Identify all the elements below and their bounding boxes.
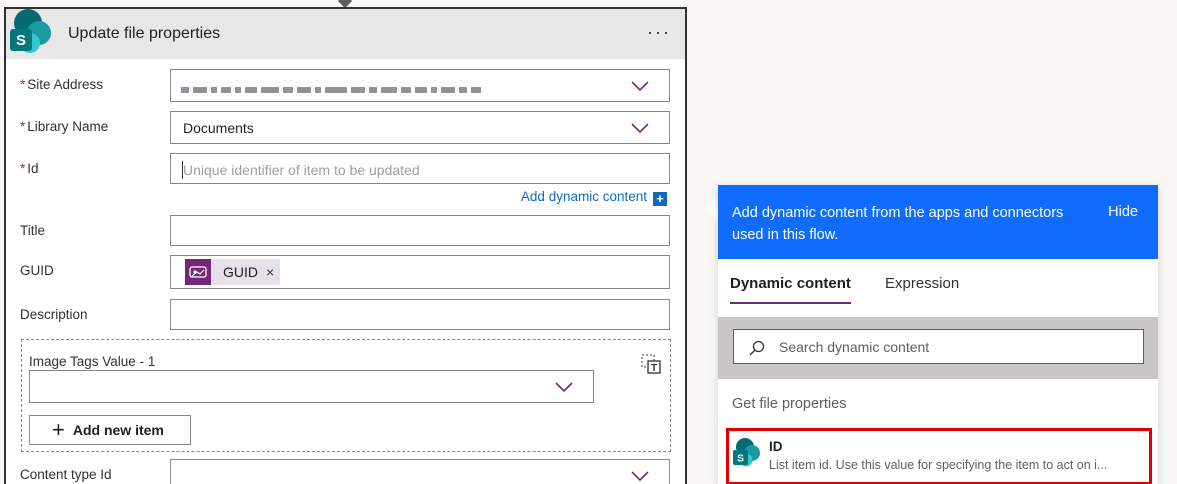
chevron-down-icon[interactable] bbox=[631, 470, 649, 482]
flyout-tabs: Dynamic content Expression bbox=[718, 259, 1158, 317]
library-name-dropdown[interactable]: Documents bbox=[170, 111, 670, 144]
chevron-down-icon[interactable] bbox=[631, 122, 649, 134]
add-icon: + bbox=[653, 192, 667, 206]
guid-token-label: GUID bbox=[223, 264, 258, 280]
site-address-dropdown[interactable] bbox=[170, 69, 670, 102]
switch-to-input-icon[interactable]: T bbox=[640, 353, 662, 375]
dynamic-item-id[interactable]: S ID List item id. Use this value for sp… bbox=[726, 428, 1152, 484]
dynamic-item-name: ID bbox=[769, 439, 783, 454]
image-tags-array: Image Tags Value - 1 T + Add new item bbox=[21, 339, 671, 452]
svg-text:S: S bbox=[737, 453, 744, 465]
site-address-label: * Site Address bbox=[20, 77, 104, 92]
chevron-down-icon[interactable] bbox=[631, 80, 649, 92]
svg-text:T: T bbox=[651, 363, 657, 374]
chevron-down-icon[interactable] bbox=[555, 381, 573, 393]
add-new-item-button[interactable]: + Add new item bbox=[29, 415, 191, 445]
plus-icon: + bbox=[52, 417, 65, 442]
remove-token-icon[interactable]: × bbox=[266, 264, 274, 280]
description-input[interactable] bbox=[170, 299, 670, 330]
title-input[interactable] bbox=[170, 215, 670, 246]
description-label: Description bbox=[20, 307, 88, 322]
flyout-header-text: Add dynamic content from the apps and co… bbox=[732, 205, 1064, 243]
required-marker: * bbox=[20, 77, 26, 92]
id-label: * Id bbox=[20, 161, 39, 176]
search-dynamic-content-input[interactable]: Search dynamic content bbox=[733, 329, 1144, 364]
svg-text:S: S bbox=[16, 32, 26, 49]
hide-button[interactable]: Hide bbox=[1108, 204, 1138, 220]
sharepoint-icon: S bbox=[733, 438, 760, 467]
tab-expression[interactable]: Expression bbox=[885, 275, 959, 302]
update-file-properties-card: S Update file properties ··· * Site Addre… bbox=[4, 7, 687, 484]
dynamic-item-description: List item id. Use this value for specify… bbox=[769, 458, 1108, 472]
search-area: Search dynamic content bbox=[718, 317, 1158, 379]
required-marker: * bbox=[20, 161, 26, 176]
id-placeholder: Unique identifier of item to be updated bbox=[183, 162, 420, 178]
image-content-icon bbox=[185, 259, 211, 285]
image-tags-dropdown[interactable] bbox=[29, 370, 594, 403]
card-title: Update file properties bbox=[68, 25, 221, 42]
image-tags-label: Image Tags Value - 1 bbox=[29, 354, 156, 369]
content-type-id-dropdown[interactable] bbox=[170, 459, 670, 484]
more-options-button[interactable]: ··· bbox=[647, 23, 671, 41]
title-label: Title bbox=[20, 223, 46, 238]
tab-dynamic-content[interactable]: Dynamic content bbox=[730, 275, 851, 304]
section-title: Get file properties bbox=[732, 396, 847, 412]
search-icon bbox=[749, 340, 765, 356]
flyout-header: Add dynamic content from the apps and co… bbox=[718, 185, 1158, 259]
add-dynamic-content-link[interactable]: Add dynamic content + bbox=[521, 189, 667, 206]
search-placeholder: Search dynamic content bbox=[779, 339, 930, 355]
guid-input[interactable]: GUID × bbox=[170, 255, 670, 289]
guid-token[interactable]: GUID × bbox=[185, 259, 281, 285]
guid-label: GUID bbox=[20, 263, 54, 278]
card-header[interactable]: S Update file properties ··· bbox=[6, 9, 685, 59]
required-marker: * bbox=[20, 119, 26, 134]
dynamic-content-flyout: Add dynamic content from the apps and co… bbox=[718, 185, 1158, 484]
redacted-value bbox=[181, 81, 541, 93]
sharepoint-icon: S bbox=[10, 9, 51, 53]
library-name-value: Documents bbox=[183, 120, 254, 136]
library-name-label: * Library Name bbox=[20, 119, 109, 134]
content-type-id-label: Content type Id bbox=[20, 467, 112, 482]
id-input[interactable]: Unique identifier of item to be updated bbox=[170, 153, 670, 184]
flyout-pointer bbox=[706, 197, 718, 221]
